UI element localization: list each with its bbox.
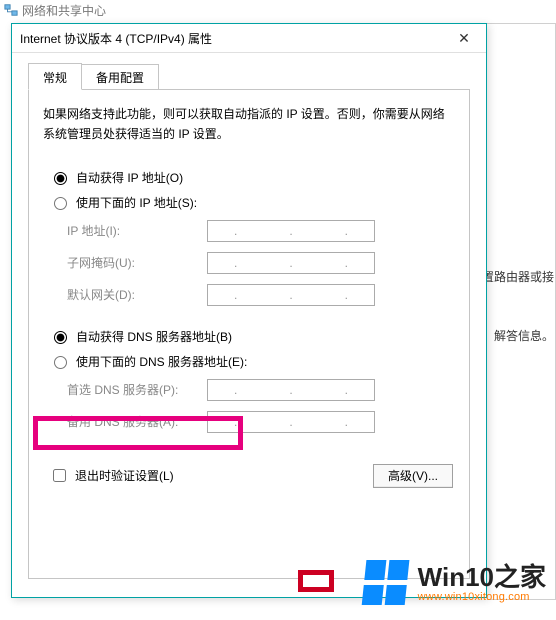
description-text: 如果网络支持此功能，则可以获取自动指派的 IP 设置。否则，你需要从网络系统管理…	[43, 104, 455, 145]
radio-dns-auto[interactable]	[54, 331, 67, 344]
input-alternate-dns: ...	[207, 411, 375, 433]
radio-dns-manual[interactable]	[54, 356, 67, 369]
watermark-url: www.win10xitong.com	[418, 592, 546, 603]
label-default-gateway: 默认网关(D):	[67, 286, 207, 303]
parent-window-header: 网络和共享中心	[0, 1, 556, 19]
bg-text-2: 解答信息。	[494, 327, 554, 344]
label-preferred-dns: 首选 DNS 服务器(P):	[67, 381, 207, 398]
tab-strip: 常规 备用配置	[28, 63, 470, 89]
input-default-gateway: ...	[207, 284, 375, 306]
close-button[interactable]: ✕	[442, 24, 486, 53]
close-icon: ✕	[458, 30, 470, 47]
checkbox-validate-on-exit[interactable]	[53, 469, 66, 482]
tab-general[interactable]: 常规	[28, 63, 82, 90]
checkbox-validate-label: 退出时验证设置(L)	[75, 467, 174, 484]
advanced-button[interactable]: 高级(V)...	[373, 464, 453, 488]
titlebar: Internet 协议版本 4 (TCP/IPv4) 属性 ✕	[12, 24, 486, 53]
red-annotation-box	[298, 570, 334, 592]
radio-ip-manual-label: 使用下面的 IP 地址(S):	[76, 194, 197, 211]
windows-logo-icon	[361, 560, 412, 606]
bg-text-1: 置路由器或接	[482, 268, 554, 285]
input-preferred-dns: ...	[207, 379, 375, 401]
radio-ip-manual[interactable]	[54, 197, 67, 210]
radio-dns-manual-label: 使用下面的 DNS 服务器地址(E):	[76, 353, 247, 370]
label-alternate-dns: 备用 DNS 服务器(A):	[67, 413, 207, 430]
radio-dns-auto-label: 自动获得 DNS 服务器地址(B)	[76, 328, 232, 345]
dialog-title: Internet 协议版本 4 (TCP/IPv4) 属性	[20, 30, 442, 47]
network-center-icon	[4, 3, 18, 17]
label-subnet-mask: 子网掩码(U):	[67, 254, 207, 271]
radio-ip-auto-label: 自动获得 IP 地址(O)	[76, 169, 183, 186]
radio-ip-auto[interactable]	[54, 172, 67, 185]
label-ip-address: IP 地址(I):	[67, 222, 207, 239]
watermark-text: Win10之家	[418, 564, 546, 590]
parent-window-edge	[487, 23, 556, 600]
input-ip-address: ...	[207, 220, 375, 242]
parent-window-title: 网络和共享中心	[22, 2, 106, 19]
input-subnet-mask: ...	[207, 252, 375, 274]
ipv4-properties-dialog: Internet 协议版本 4 (TCP/IPv4) 属性 ✕ 常规 备用配置 …	[11, 23, 487, 598]
tab-panel-general: 如果网络支持此功能，则可以获取自动指派的 IP 设置。否则，你需要从网络系统管理…	[28, 89, 470, 579]
watermark: Win10之家 www.win10xitong.com	[364, 560, 546, 606]
tab-alternate[interactable]: 备用配置	[81, 64, 159, 89]
